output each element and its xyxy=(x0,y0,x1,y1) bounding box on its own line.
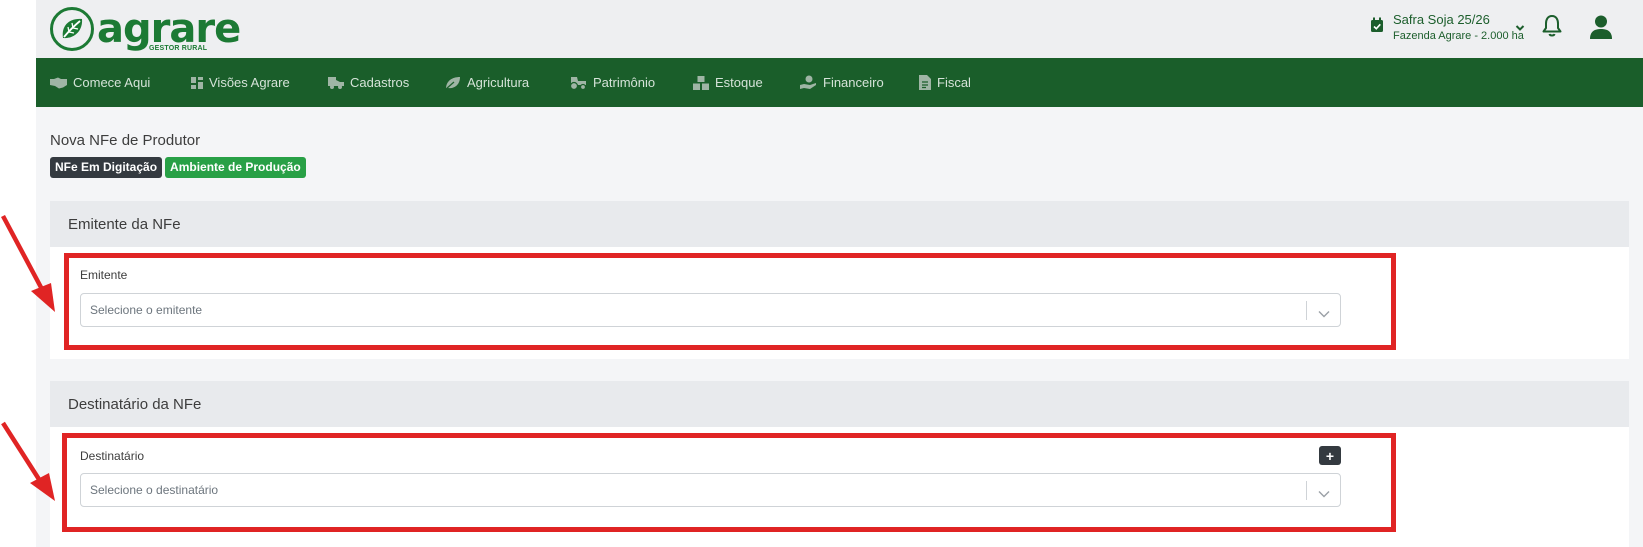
nav-label: Financeiro xyxy=(823,75,884,90)
leaf-icon xyxy=(445,76,460,89)
destinatario-section-title: Destinatário da NFe xyxy=(50,381,1629,427)
status-badge-digitacao: NFe Em Digitação xyxy=(50,157,163,178)
user-icon[interactable] xyxy=(1589,14,1613,45)
top-bar: agrare GESTOR RURAL Safra Soja 25/26 Faz… xyxy=(36,0,1643,58)
nav-item-comece-aqui[interactable]: Comece Aqui xyxy=(50,58,191,107)
safra-selector[interactable]: Safra Soja 25/26 Fazenda Agrare - 2.000 … xyxy=(1370,11,1524,44)
safra-title: Safra Soja 25/26 xyxy=(1393,12,1490,27)
boxes-icon xyxy=(693,75,709,90)
emitente-section-title: Emitente da NFe xyxy=(50,201,1629,247)
highlight-box-emitente xyxy=(64,253,1396,350)
chevron-down-icon[interactable] xyxy=(1515,19,1525,37)
nav-label: Visões Agrare xyxy=(209,75,290,90)
file-invoice-icon xyxy=(919,75,931,90)
tractor-icon xyxy=(569,77,587,90)
bell-icon[interactable] xyxy=(1541,14,1563,43)
status-badges: NFe Em Digitação Ambiente de Produção xyxy=(50,157,309,178)
nav-item-estoque[interactable]: Estoque xyxy=(693,58,800,107)
nav-item-patrimonio[interactable]: Patrimônio xyxy=(569,58,693,107)
nav-label: Comece Aqui xyxy=(73,75,151,90)
nav-item-agricultura[interactable]: Agricultura xyxy=(445,58,569,107)
leaf-logo-icon xyxy=(50,7,94,51)
hand-holding-dollar-icon xyxy=(800,75,816,89)
status-badge-producao: Ambiente de Produção xyxy=(165,157,306,178)
handshake-icon xyxy=(50,77,67,88)
logo-subtitle: GESTOR RURAL xyxy=(149,45,208,52)
nav-item-financeiro[interactable]: Financeiro xyxy=(800,58,919,107)
dashboard-icon xyxy=(191,76,203,89)
nav-label: Fiscal xyxy=(937,75,971,90)
main-nav: Comece Aqui Visões Agrare Cadastros Agri… xyxy=(36,58,1643,107)
page-title: Nova NFe de Produtor xyxy=(50,132,201,149)
annotation-arrow-destinatario xyxy=(1,421,55,501)
nav-label: Cadastros xyxy=(350,75,410,90)
highlight-box-destinatario xyxy=(62,433,1396,532)
safra-farm: Fazenda Agrare - 2.000 ha xyxy=(1393,30,1524,42)
nav-item-cadastros[interactable]: Cadastros xyxy=(328,58,445,107)
nav-label: Estoque xyxy=(715,75,763,90)
nav-item-visoes-agrare[interactable]: Visões Agrare xyxy=(191,58,328,107)
nav-label: Agricultura xyxy=(467,75,530,90)
nav-label: Patrimônio xyxy=(593,75,656,90)
agrare-logo[interactable]: agrare GESTOR RURAL xyxy=(50,5,241,53)
tractor-trailer-icon xyxy=(328,77,344,89)
logo-wordmark: agrare xyxy=(97,6,241,52)
calendar-check-icon xyxy=(1370,17,1384,38)
nav-item-fiscal[interactable]: Fiscal xyxy=(919,58,999,107)
app-shell: agrare GESTOR RURAL Safra Soja 25/26 Faz… xyxy=(36,0,1643,547)
annotation-arrow-emitente xyxy=(1,214,55,312)
